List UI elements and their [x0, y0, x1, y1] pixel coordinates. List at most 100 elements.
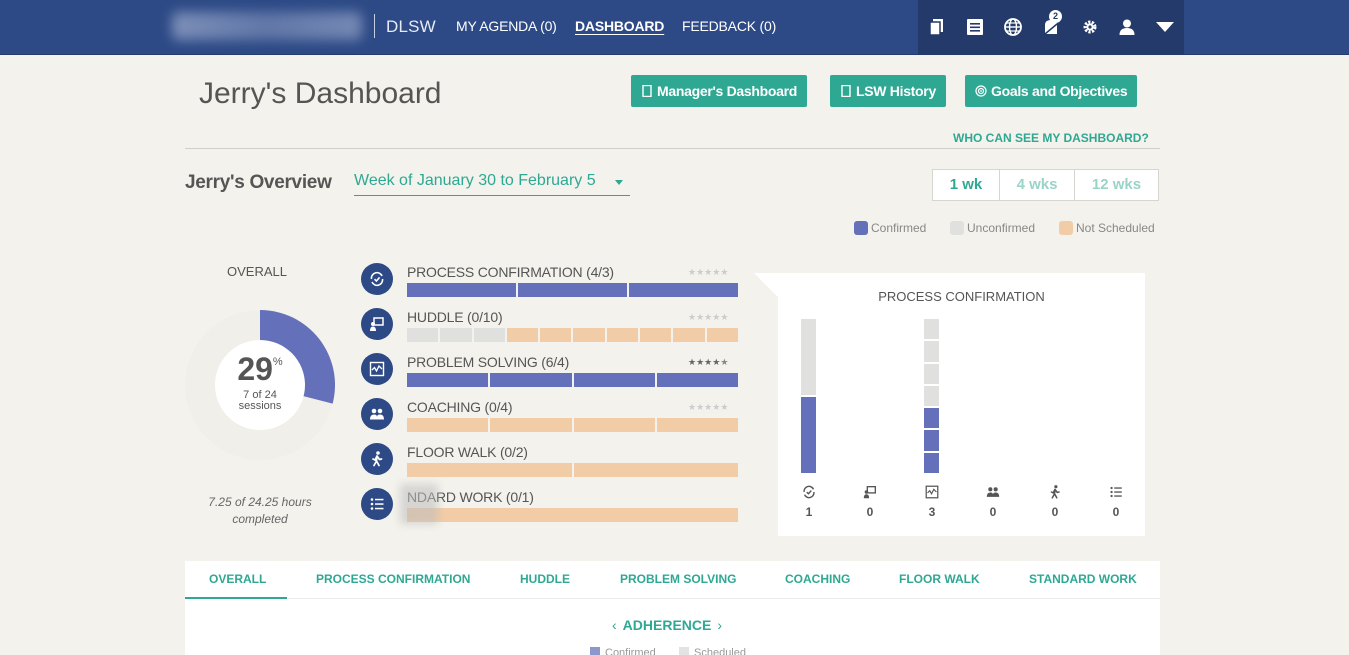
overview-title: Jerry's Overview [185, 172, 332, 193]
overall-percent-sign: % [272, 356, 283, 368]
company-logo[interactable] [172, 12, 362, 40]
bar-segment-confirmed [407, 283, 516, 297]
bar-segment-unconfirmed [473, 328, 505, 342]
activity-bar-huddle [407, 328, 738, 342]
bar-segment-unconfirmed [407, 328, 439, 342]
activity-label-coaching[interactable]: COACHING (0/4) [407, 399, 513, 415]
star-icon: ★ [696, 312, 705, 322]
pc-column-problem-solving [924, 319, 939, 473]
overall-percent-value: 29 [237, 351, 273, 387]
chevron-left-icon[interactable]: ‹ [612, 617, 617, 633]
huddle-icon [862, 484, 878, 500]
process-confirmation-icon [801, 484, 817, 500]
range-12wks-button[interactable]: 12 wks [1074, 170, 1158, 200]
tab-coaching[interactable]: COACHING [785, 572, 850, 586]
legend-not-scheduled: Not Scheduled [1059, 221, 1155, 235]
user-icon[interactable] [1116, 16, 1138, 38]
activity-bar-floor-walk [407, 463, 738, 477]
bar-segment-not-scheduled [673, 328, 705, 342]
chevron-down-icon [615, 180, 623, 185]
pc-cell-confirmed [924, 408, 939, 429]
pc-column-process-confirmation [801, 319, 816, 473]
chevron-right-icon[interactable]: › [717, 617, 722, 633]
bar-segment-confirmed [629, 283, 738, 297]
brand-label[interactable]: DLSW [386, 17, 436, 37]
top-navigation-bar: DLSW MY AGENDA (0) DASHBOARD FEEDBACK (0… [0, 0, 1349, 55]
adherence-legend-scheduled: Scheduled [679, 647, 746, 655]
pc-cell-unconfirmed [924, 385, 939, 407]
bar-segment-not-scheduled [407, 463, 572, 477]
range-4wks-button[interactable]: 4 wks [999, 170, 1074, 200]
nav-my-agenda[interactable]: MY AGENDA (0) [456, 18, 557, 34]
overall-hours-value: 7.25 of 24.25 hours [208, 495, 312, 509]
pc-count-huddle: 0 [866, 505, 874, 519]
who-can-see-link[interactable]: WHO CAN SEE MY DASHBOARD? [953, 131, 1149, 145]
adherence-swatch-confirmed [590, 647, 600, 655]
managers-dashboard-button[interactable]: Manager's Dashboard [631, 75, 808, 107]
nav-feedback[interactable]: FEEDBACK (0) [682, 18, 776, 34]
book-icon [841, 85, 851, 97]
legend-swatch-unconfirmed [950, 221, 964, 235]
managers-dashboard-label: Manager's Dashboard [657, 83, 798, 99]
redacted-area [400, 484, 438, 524]
activity-label-huddle[interactable]: HUDDLE (0/10) [407, 309, 503, 325]
activity-bar-coaching [407, 418, 738, 432]
activity-label-floor-walk[interactable]: FLOOR WALK (0/2) [407, 444, 528, 460]
bar-segment-not-scheduled [640, 328, 672, 342]
adherence-legend-confirmed-label: Confirmed [605, 647, 656, 655]
gear-icon[interactable] [1079, 16, 1101, 38]
activity-bar-problem-solving [407, 373, 738, 387]
standard-work-icon [1108, 484, 1124, 500]
legend-not-scheduled-label: Not Scheduled [1076, 221, 1155, 235]
legend-confirmed-label: Confirmed [871, 221, 927, 235]
globe-icon[interactable] [1002, 16, 1024, 38]
tab-process-confirmation[interactable]: PROCESS CONFIRMATION [316, 572, 470, 586]
pc-cell-confirmed [801, 397, 816, 473]
huddle-icon [361, 308, 393, 340]
overall-hours: 7.25 of 24.25 hours completed [185, 494, 335, 528]
adherence-nav: ‹ ADHERENCE › [612, 617, 722, 633]
floor-walk-icon [1047, 484, 1063, 500]
tab-overall[interactable]: OVERALL [209, 572, 266, 586]
star-icon: ★ [688, 267, 697, 277]
coaching-icon [361, 398, 393, 430]
activity-bar-process-confirmation [407, 283, 738, 297]
activity-label-problem-solving[interactable]: PROBLEM SOLVING (6/4) [407, 354, 569, 370]
standard-work-icon [361, 488, 393, 520]
lsw-history-label: LSW History [856, 83, 936, 99]
legend-unconfirmed-label: Unconfirmed [967, 221, 1036, 235]
bar-segment-confirmed [407, 373, 489, 387]
pc-count-problem-solving: 3 [928, 505, 936, 519]
pc-count-standard-work: 0 [1112, 505, 1120, 519]
goals-and-objectives-button[interactable]: Goals and Objectives [965, 75, 1138, 107]
star-icon: ★ [720, 267, 729, 277]
pc-cell-confirmed [924, 430, 939, 451]
bar-segment-confirmed [656, 373, 738, 387]
bar-segment-not-scheduled [407, 418, 489, 432]
book-icon [642, 85, 652, 97]
bar-segment-confirmed [490, 373, 572, 387]
bar-segment-not-scheduled [490, 418, 572, 432]
tab-problem-solving[interactable]: PROBLEM SOLVING [620, 572, 736, 586]
activity-rating-problem-solving: ★★★★★ [688, 357, 728, 368]
range-1wk-button[interactable]: 1 wk [933, 170, 999, 200]
lsw-history-button[interactable]: LSW History [830, 75, 946, 107]
tab-floor-walk[interactable]: FLOOR WALK [899, 572, 980, 586]
tab-standard-work[interactable]: STANDARD WORK [1029, 572, 1137, 586]
tab-huddle[interactable]: HUDDLE [520, 572, 570, 586]
list-icon[interactable] [964, 16, 986, 38]
star-icon: ★ [688, 357, 697, 367]
star-icon: ★ [688, 312, 697, 322]
activity-label-process-confirmation[interactable]: PROCESS CONFIRMATION (4/3) [407, 264, 614, 280]
pc-count-coaching: 0 [989, 505, 997, 519]
bar-segment-not-scheduled [606, 328, 639, 342]
overall-hours-label: completed [232, 512, 288, 526]
week-select[interactable]: Week of January 30 to February 5 [354, 172, 630, 196]
documents-icon[interactable] [926, 16, 948, 38]
legend-swatch-confirmed [854, 221, 868, 235]
nav-dashboard[interactable]: DASHBOARD [575, 18, 664, 34]
dropdown-caret-icon[interactable] [1154, 16, 1176, 38]
bar-segment-confirmed [573, 373, 655, 387]
active-tab-indicator [185, 597, 287, 599]
star-icon: ★ [720, 402, 729, 412]
